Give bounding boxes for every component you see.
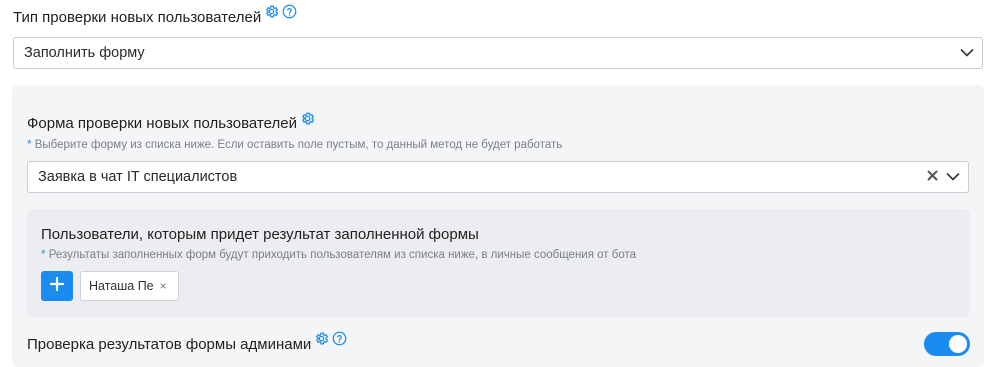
verification-type-header: Тип проверки новых пользователей bbox=[13, 4, 297, 29]
remove-recipient-icon[interactable]: × bbox=[160, 279, 167, 293]
form-select[interactable]: Заявка в чат IT специалистов bbox=[27, 161, 969, 193]
verification-type-title: Тип проверки новых пользователей bbox=[13, 9, 262, 26]
admin-check-title: Проверка результатов формы админами bbox=[27, 336, 312, 353]
recipient-name: Наташа Пе bbox=[89, 279, 154, 293]
gear-icon[interactable] bbox=[264, 4, 279, 24]
help-circle-icon[interactable] bbox=[282, 4, 297, 24]
form-select-value: Заявка в чат IT специалистов bbox=[38, 169, 238, 185]
toggle-knob bbox=[949, 335, 967, 353]
form-section-header: Форма проверки новых пользователей bbox=[27, 111, 315, 135]
add-recipient-button[interactable] bbox=[41, 271, 73, 301]
gear-icon[interactable] bbox=[300, 111, 315, 131]
admin-check-toggle[interactable] bbox=[924, 332, 970, 356]
verification-type-select[interactable]: Заполнить форму bbox=[13, 37, 983, 69]
plus-icon bbox=[49, 276, 65, 296]
recipients-hint: * Результаты заполненных форм будут прих… bbox=[41, 249, 637, 261]
help-circle-icon[interactable] bbox=[332, 331, 347, 351]
form-section-hint: * Выберите форму из списка ниже. Если ос… bbox=[27, 139, 563, 151]
chevron-down-icon bbox=[960, 45, 974, 61]
verification-type-value: Заполнить форму bbox=[24, 45, 145, 61]
chevron-down-icon bbox=[946, 169, 960, 185]
recipients-title: Пользователи, которым придет результат з… bbox=[41, 226, 479, 243]
clear-x-icon[interactable] bbox=[927, 169, 938, 185]
recipient-tag: Наташа Пе × bbox=[80, 271, 179, 301]
form-section-title: Форма проверки новых пользователей bbox=[27, 115, 297, 132]
admin-check-header: Проверка результатов формы админами bbox=[27, 331, 347, 356]
gear-icon[interactable] bbox=[314, 331, 329, 351]
